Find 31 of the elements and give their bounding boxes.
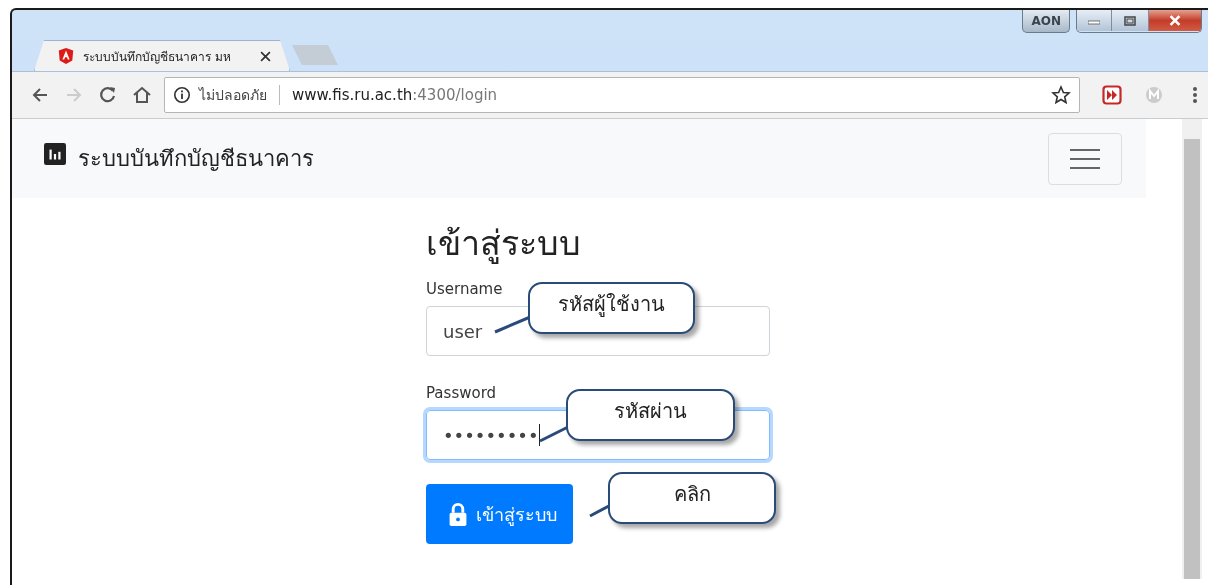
info-icon[interactable]	[173, 86, 191, 104]
callout-bubble: รหัสผ่าน	[566, 389, 735, 441]
page-heading: เข้าสู่ระบบ	[426, 222, 582, 266]
callout-bubble: คลิก	[608, 472, 776, 524]
callout-bubble: รหัสผู้ใช้งาน	[528, 282, 695, 334]
maximize-button[interactable]	[1111, 10, 1148, 31]
profile-badge[interactable]: AON	[1022, 10, 1070, 33]
field-label: Username	[426, 280, 504, 298]
address-field[interactable]: ไม่ปลอดภัย www.fis.ru.ac.th:4300/login	[164, 77, 1080, 113]
tab-title: ระบบบันทึกบัญชีธนาคาร มห	[83, 48, 232, 66]
scrollbar[interactable]	[1182, 119, 1202, 579]
close-button[interactable]	[1148, 10, 1201, 31]
brand-title[interactable]: ระบบบันทึกบัญชีธนาคาร	[78, 141, 1048, 176]
shield-logo-icon	[57, 47, 75, 65]
field-label: Password	[426, 384, 498, 402]
menu-button[interactable]	[1048, 132, 1122, 185]
menu-icon	[1069, 147, 1101, 170]
home-icon[interactable]	[132, 85, 152, 105]
login-button[interactable]: เข้าสู่ระบบ	[426, 484, 573, 544]
reload-icon[interactable]	[98, 85, 118, 105]
lock-icon	[448, 502, 468, 526]
maximize-icon	[1124, 15, 1136, 26]
menu-icon[interactable]	[1192, 85, 1198, 105]
browser-tab[interactable]: ระบบบันทึกบัญชีธนาคาร มห	[34, 40, 290, 71]
close-icon	[1168, 15, 1182, 26]
security-label: ไม่ปลอดภัย	[199, 86, 267, 105]
close-icon[interactable]	[260, 50, 271, 62]
url-text: www.fis.ru.ac.th:4300/login	[292, 86, 499, 104]
bar-chart-icon	[44, 142, 66, 165]
fast-forward-icon[interactable]	[1102, 85, 1122, 105]
star-icon[interactable]	[1051, 85, 1071, 105]
